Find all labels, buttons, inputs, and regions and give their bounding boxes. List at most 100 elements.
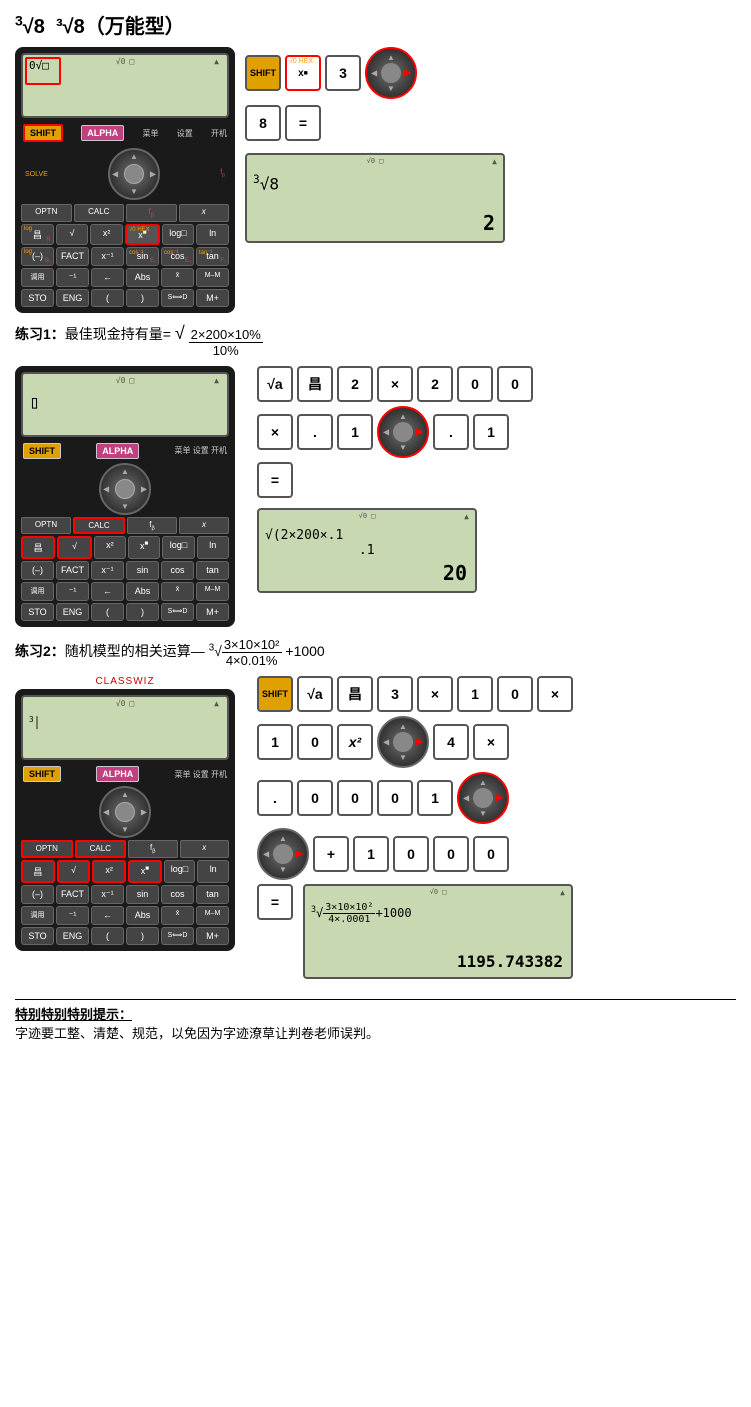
alpha-btn-2[interactable]: ALPHA [96,443,139,459]
s3-1c[interactable]: 1 [417,780,453,816]
s3-1d[interactable]: 1 [353,836,389,872]
optn-btn-2[interactable]: OPTN [21,517,71,535]
s2-sqrt[interactable]: √a [257,366,293,402]
res-indicator-2: √0□ [359,512,376,520]
key-tan[interactable]: tan⁻¹tanF₁ [196,247,229,266]
s3-shift[interactable]: SHIFT [257,676,293,712]
key-fact[interactable]: FACT [56,247,89,266]
key-log-2[interactable]: log□ [162,536,194,559]
key-xn[interactable]: √0 HEXx■ [125,224,160,245]
s3-mul2[interactable]: × [537,676,573,712]
shift-button[interactable]: SHIFT [23,124,63,142]
key-frac-2[interactable]: 昌 [21,536,55,559]
shift-btn-2[interactable]: SHIFT [23,443,61,459]
s2-frac[interactable]: 昌 [297,366,333,402]
key-fraction[interactable]: log昌R [21,224,54,245]
s3-mul1[interactable]: × [417,676,453,712]
key-m[interactable]: M–M [196,268,229,287]
s3-eq[interactable]: = [257,884,293,920]
key-rparen[interactable]: ) [126,289,159,307]
step-3[interactable]: 3 [325,55,361,91]
func3-btn[interactable]: fβ [126,204,177,222]
s3-0b[interactable]: 0 [297,724,333,760]
key-ln[interactable]: ln [196,224,229,245]
s2-0b[interactable]: 0 [497,366,533,402]
key-ln-2[interactable]: ln [197,536,229,559]
key-xinv[interactable]: x⁻¹ [91,247,124,266]
step-xn[interactable]: √0 HEX x■ [285,55,321,91]
key-xsq-3[interactable]: x² [92,860,126,883]
s3-xsq[interactable]: x² [337,724,373,760]
key-neg[interactable]: log(–)B₁ [21,247,54,266]
s3-plus[interactable]: + [313,836,349,872]
key-mplus[interactable]: M+ [196,289,229,307]
optn-btn-3[interactable]: OPTN [21,840,73,858]
key-cos[interactable]: cos⁻¹cosE₁ [161,247,194,266]
s3-frac[interactable]: 昌 [337,676,373,712]
key-log[interactable]: log□ [162,224,195,245]
ex1-title: 练习1：最佳现金持有量= √ 2×200×10% 10% [15,323,736,358]
key-sd[interactable]: S⟺D [161,289,194,307]
s2-mul1[interactable]: × [377,366,413,402]
s2-1a[interactable]: 1 [337,414,373,450]
s2-eq[interactable]: = [257,462,293,498]
s2-nav[interactable]: ▲ ▼ ◀ ▶ [377,406,429,458]
s3-0f[interactable]: 0 [393,836,429,872]
s2-mul2[interactable]: × [257,414,293,450]
s2-0a[interactable]: 0 [457,366,493,402]
optn-btn[interactable]: OPTN [21,204,72,222]
key-xn-3[interactable]: x■ [128,860,162,883]
s3-mul3[interactable]: × [473,724,509,760]
nav-cluster-1[interactable]: ▲ ▼ ◀ ▶ [108,148,160,200]
calc-btn[interactable]: CALC [74,204,125,222]
key-lparen[interactable]: ( [91,289,124,307]
step-8[interactable]: 8 [245,105,281,141]
key-sin[interactable]: cos⁻¹sinE₁ [126,247,159,266]
step-shift[interactable]: SHIFT [245,55,281,91]
keypad-1: log昌R √ x² √0 HEXx■ log□ ln log(–)B₁ [21,224,229,307]
s3-1a[interactable]: 1 [457,676,493,712]
s3-4[interactable]: 4 [433,724,469,760]
s2-1b[interactable]: 1 [473,414,509,450]
s3-nav1[interactable]: ▲ ▼ ◀ ▶ [377,716,429,768]
key-back[interactable]: ← [91,268,124,287]
s2-dot2[interactable]: . [433,414,469,450]
key-div2[interactable]: ⁻¹ [56,268,89,287]
key-sto[interactable]: STO [21,289,54,307]
calc-btn-2[interactable]: CALC [73,517,125,535]
key-xn-2[interactable]: x■ [128,536,160,559]
s3-nav3[interactable]: ▲ ▼ ◀ ▶ [257,828,309,880]
s3-dot[interactable]: . [257,780,293,816]
key-sqrt[interactable]: √ [56,224,89,245]
screen-highlight-1: 0√□ [25,57,61,85]
key-xsq[interactable]: x² [90,224,123,245]
alpha-btn-3[interactable]: ALPHA [96,766,139,782]
s3-0h[interactable]: 0 [473,836,509,872]
key-xbar[interactable]: x̄ [161,268,194,287]
x-btn[interactable]: x [179,204,230,222]
s3-0c[interactable]: 0 [297,780,333,816]
key-frac-3[interactable]: 昌 [21,860,55,883]
step-nav-1[interactable]: ▲ ▼ ◀ ▶ [365,47,417,99]
s3-0g[interactable]: 0 [433,836,469,872]
key-call[interactable]: 调用 [21,268,54,287]
key-abs[interactable]: Abs [126,268,159,287]
s3-nav2[interactable]: ▲ ▼ ◀ ▶ [457,772,509,824]
step-eq-1[interactable]: = [285,105,321,141]
key-sqrt-3[interactable]: √ [57,860,91,883]
s3-3[interactable]: 3 [377,676,413,712]
alpha-button[interactable]: ALPHA [81,125,124,141]
s2-dot1[interactable]: . [297,414,333,450]
s3-sqrt[interactable]: √a [297,676,333,712]
key-eng[interactable]: ENG [56,289,89,307]
key-sqrt-2[interactable]: √ [57,536,91,559]
s2-2b[interactable]: 2 [417,366,453,402]
s3-0d[interactable]: 0 [337,780,373,816]
s3-1b[interactable]: 1 [257,724,293,760]
s2-2a[interactable]: 2 [337,366,373,402]
s3-0e[interactable]: 0 [377,780,413,816]
key-xsq-2[interactable]: x² [94,536,126,559]
shift-btn-3[interactable]: SHIFT [23,766,61,782]
s3-0a[interactable]: 0 [497,676,533,712]
calc-btn-3[interactable]: CALC [75,840,127,858]
